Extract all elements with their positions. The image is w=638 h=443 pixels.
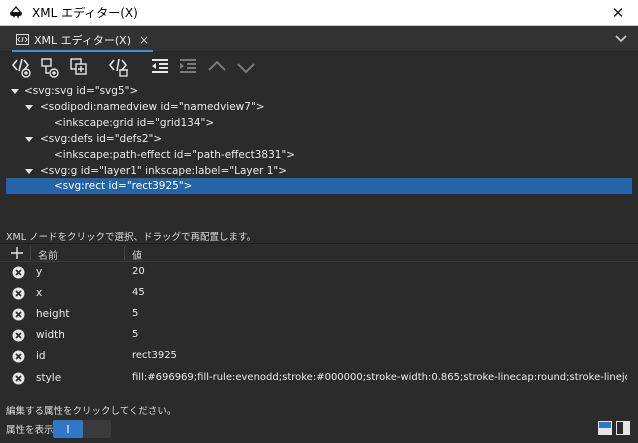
tab-xml-editor[interactable]: XML エディター(X) × <box>12 29 154 52</box>
inkscape-logo-icon <box>10 5 22 19</box>
tree-node-label: <svg:svg id="svg5"> <box>24 85 139 97</box>
lower-node-button[interactable] <box>234 55 258 79</box>
add-attribute-icon[interactable] <box>10 246 24 260</box>
attribute-value[interactable]: 5 <box>132 329 627 340</box>
attribute-value[interactable]: 5 <box>132 308 627 319</box>
attribute-name[interactable]: height <box>36 308 69 320</box>
chevron-up-icon <box>208 60 226 71</box>
expander-expanded-icon[interactable] <box>10 86 20 96</box>
attribute-row[interactable]: style fill:#696969;fill-rule:evenodd;str… <box>0 368 638 389</box>
new-element-node-icon <box>11 58 31 78</box>
layout-horizontal-icon[interactable] <box>598 421 612 435</box>
tree-node-label: <sodipodi:namedview id="namedview7"> <box>40 101 265 113</box>
delete-attribute-icon[interactable] <box>12 308 25 321</box>
tree-node-label: <svg:rect id="rect3925"> <box>54 180 193 192</box>
new-text-node-button[interactable] <box>38 55 62 79</box>
tree-node-svg[interactable]: <svg:svg id="svg5"> <box>6 83 632 99</box>
new-element-node-button[interactable] <box>10 55 34 79</box>
duplicate-node-icon <box>70 58 87 75</box>
attribute-value[interactable]: 45 <box>132 287 627 298</box>
tree-node-namedview[interactable]: <sodipodi:namedview id="namedview7"> <box>6 99 632 115</box>
delete-node-icon <box>108 58 128 77</box>
attribute-list: y 20 x 45 height 5 width 5 id rect3925 s… <box>0 262 638 396</box>
expander-expanded-icon[interactable] <box>24 134 34 144</box>
expander-expanded-icon[interactable] <box>24 166 34 176</box>
tree-node-label: <svg:defs id="defs2"> <box>40 133 163 145</box>
attribute-table-header: 名前 値 <box>0 244 638 262</box>
tree-hint-text: XML ノードをクリックで選択、ドラッグで再配置します。 <box>6 232 257 243</box>
tab-close-button[interactable]: × <box>139 33 149 47</box>
indent-node-button[interactable] <box>176 55 200 79</box>
delete-attribute-icon[interactable] <box>12 287 25 300</box>
column-separator <box>30 246 31 260</box>
xml-editor-icon <box>16 34 29 45</box>
indent-node-icon <box>180 59 196 73</box>
xml-editor-footer: 属性を表示 I <box>0 418 638 443</box>
unindent-node-button[interactable] <box>148 55 172 79</box>
delete-attribute-icon[interactable] <box>12 329 25 342</box>
tree-node-defs[interactable]: <svg:defs id="defs2"> <box>6 131 632 147</box>
attribute-name[interactable]: x <box>36 287 42 299</box>
column-header-name[interactable]: 名前 <box>38 247 58 262</box>
dock-tabbar: XML エディター(X) × <box>0 26 638 52</box>
window-close-button[interactable]: ✕ <box>598 0 638 26</box>
delete-attribute-icon[interactable] <box>12 372 25 385</box>
attribute-row[interactable]: height 5 <box>0 304 638 325</box>
duplicate-node-button[interactable] <box>67 55 91 79</box>
attribute-value[interactable]: rect3925 <box>132 350 627 361</box>
expander-expanded-icon[interactable] <box>24 102 34 112</box>
delete-node-button[interactable] <box>107 55 131 79</box>
column-separator <box>124 246 125 260</box>
attribute-name[interactable]: y <box>36 266 42 278</box>
window-titlebar: XML エディター(X) ✕ <box>0 0 638 26</box>
attribute-value[interactable]: 20 <box>132 266 627 277</box>
xml-node-tree: <svg:svg id="svg5"> <sodipodi:namedview … <box>0 82 638 228</box>
attribute-value[interactable]: fill:#696969;fill-rule:evenodd;stroke:#0… <box>132 372 627 383</box>
raise-node-button[interactable] <box>205 55 229 79</box>
tree-node-label: <inkscape:grid id="grid134"> <box>54 117 215 129</box>
xml-toolbar <box>0 52 638 82</box>
show-attributes-label: 属性を表示 <box>6 425 54 436</box>
attribute-name[interactable]: id <box>36 350 46 362</box>
attribute-row[interactable]: width 5 <box>0 325 638 346</box>
tree-node-grid[interactable]: <inkscape:grid id="grid134"> <box>6 115 632 131</box>
delete-attribute-icon[interactable] <box>12 350 25 363</box>
tree-node-label: <inkscape:path-effect id="path-effect383… <box>54 149 296 161</box>
window-title: XML エディター(X) <box>32 6 138 20</box>
delete-attribute-icon[interactable] <box>12 266 25 279</box>
tree-node-path-effect[interactable]: <inkscape:path-effect id="path-effect383… <box>6 147 632 163</box>
column-header-value[interactable]: 値 <box>132 247 142 262</box>
layout-vertical-icon[interactable] <box>616 421 630 435</box>
show-attributes-toggle[interactable]: I <box>53 420 111 438</box>
attribute-name[interactable]: style <box>36 372 61 384</box>
attribute-row[interactable]: id rect3925 <box>0 346 638 367</box>
attribute-name[interactable]: width <box>36 329 65 341</box>
unindent-node-icon <box>152 59 168 73</box>
tab-label: XML エディター(X) <box>34 33 131 47</box>
tree-node-layer1[interactable]: <svg:g id="layer1" inkscape:label="Layer… <box>6 163 632 179</box>
chevron-down-icon[interactable] <box>614 31 628 45</box>
attribute-row[interactable]: x 45 <box>0 283 638 304</box>
chevron-down-icon <box>237 63 255 74</box>
toggle-on-indicator: I <box>53 420 83 438</box>
tree-node-label: <svg:g id="layer1" inkscape:label="Layer… <box>40 165 288 177</box>
new-text-node-icon <box>41 58 59 78</box>
attribute-row[interactable]: y 20 <box>0 262 638 283</box>
tree-node-rect-selected[interactable]: <svg:rect id="rect3925"> <box>6 178 632 194</box>
attribute-hint-text: 編集する属性をクリックしてください。 <box>6 406 177 417</box>
